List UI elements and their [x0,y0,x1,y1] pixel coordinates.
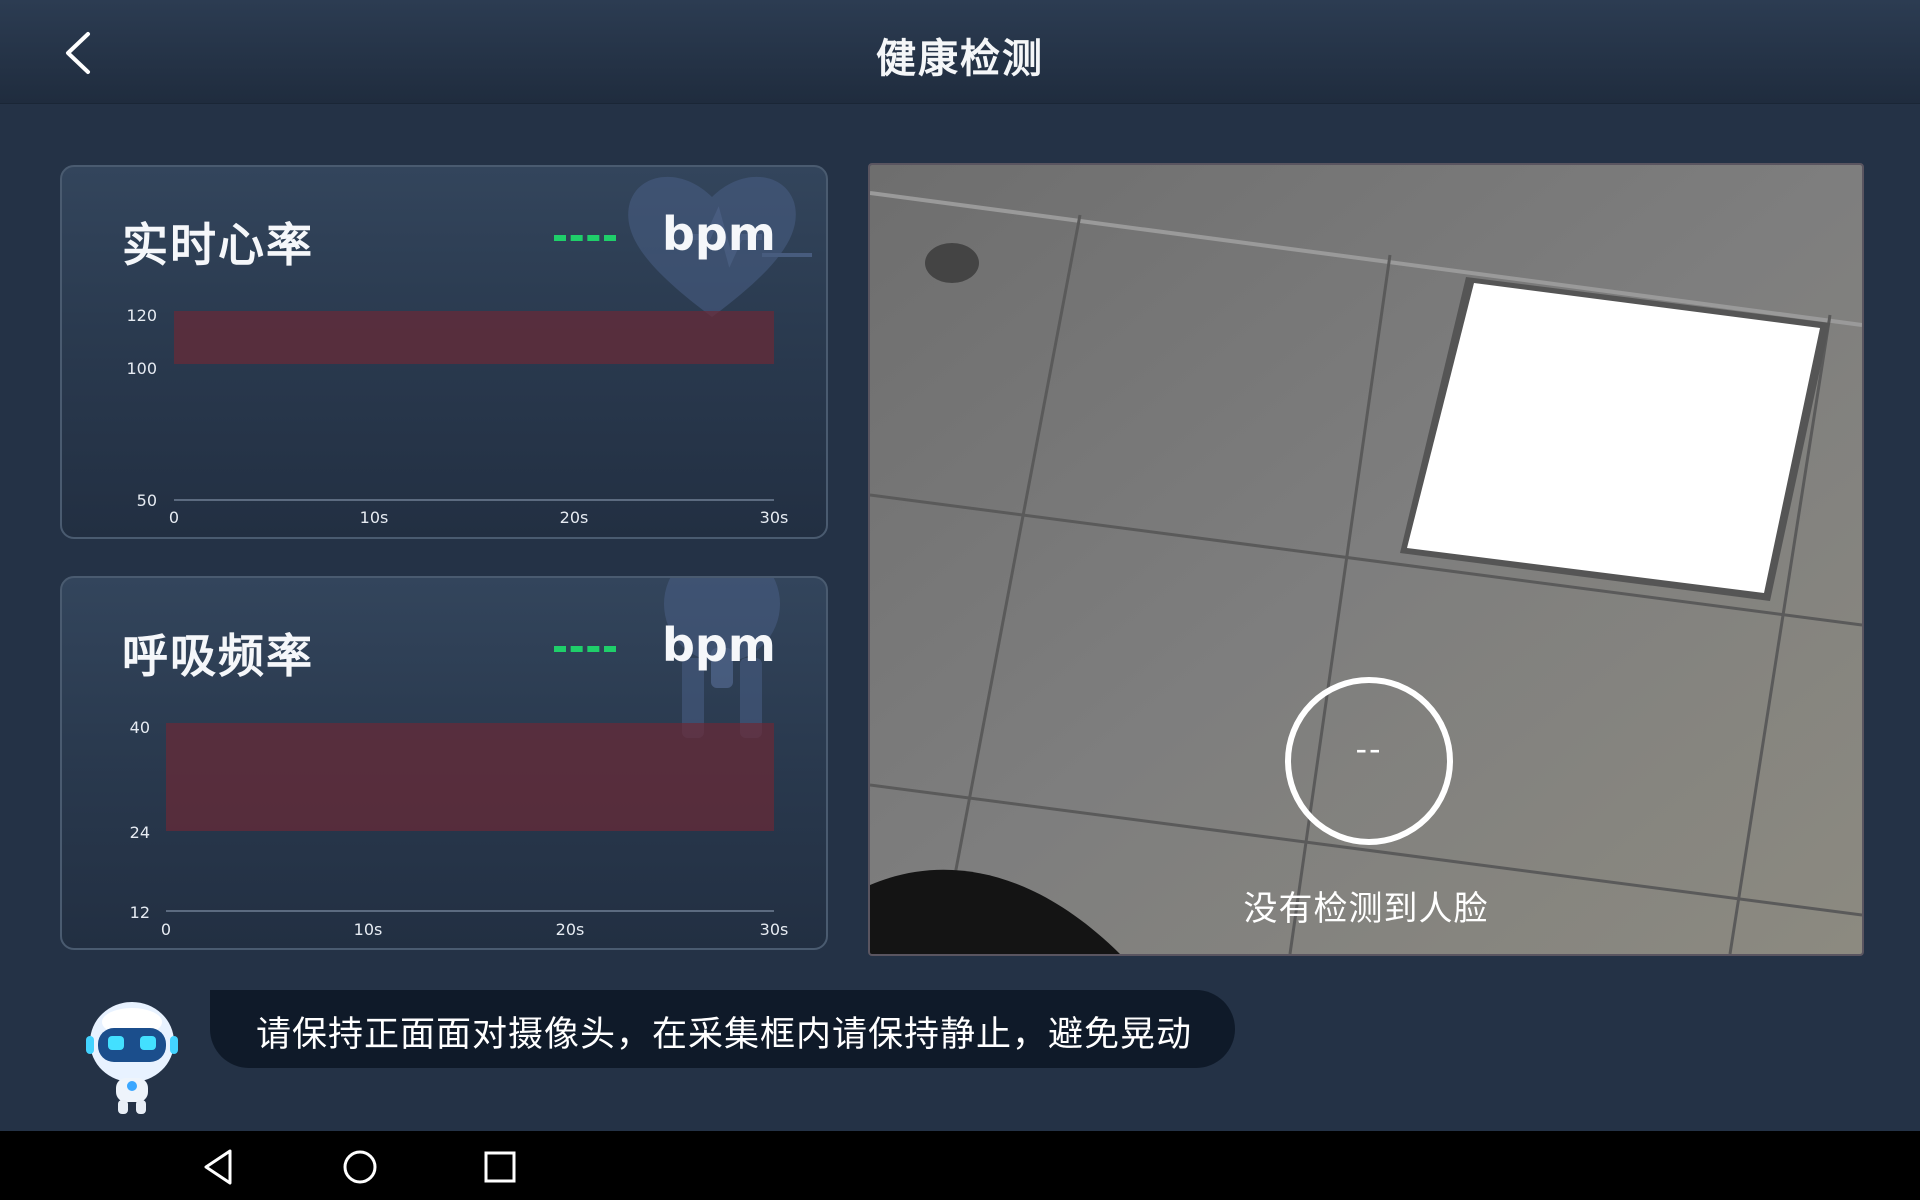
face-detection-status: 没有检测到人脸 [1243,889,1489,929]
respiration-card: 呼吸频率 bpm 40 24 12 0 10s 20s 30s [60,576,828,950]
respiration-y-tick: 24 [130,823,150,842]
heart-rate-y-tick: 100 [126,359,157,378]
nav-back-button[interactable] [198,1145,242,1189]
heart-rate-x-tick: 10s [360,508,389,527]
hint-text: 请保持正面面对摄像头，在采集框内请保持静止，避免晃动 [256,1015,1193,1055]
page-title: 健康检测 [876,36,1044,82]
respiration-y-tick: 40 [130,718,150,737]
respiration-x-tick: 30s [760,920,789,939]
heart-rate-x-tick: 30s [760,508,789,527]
heart-rate-x-tick: 20s [560,508,589,527]
respiration-y-tick: 12 [130,903,150,922]
triangle-back-icon [204,1149,232,1185]
respiration-x-tick: 20s [556,920,585,939]
app-header: 健康检测 [0,0,1920,104]
face-value: -- [1355,730,1383,768]
circle-home-icon [343,1150,377,1184]
system-nav-bar [0,1131,1920,1200]
heart-rate-chart: 120 100 50 0 10s 20s 30s [126,306,789,527]
robot-icon [86,1002,178,1114]
camera-preview: -- 没有检测到人脸 [868,163,1864,956]
respiration-x-tick: 10s [354,920,383,939]
heart-rate-x-tick: 0 [169,508,179,527]
heart-rate-card: 实时心率 bpm 120 100 50 0 10s 20s 30s [60,165,828,539]
respiration-normal-range [166,723,774,831]
respiration-chart: 40 24 12 0 10s 20s 30s [130,718,789,939]
heart-rate-y-tick: 120 [126,306,157,325]
respiration-x-tick: 0 [161,920,171,939]
nav-home-button[interactable] [338,1145,382,1189]
heart-rate-normal-range [174,311,774,364]
heart-rate-y-tick: 50 [137,491,157,510]
square-recents-icon [484,1151,516,1183]
hint-bubble: 请保持正面面对摄像头，在采集框内请保持静止，避免晃动 [210,990,1235,1068]
nav-recents-button[interactable] [478,1145,522,1189]
